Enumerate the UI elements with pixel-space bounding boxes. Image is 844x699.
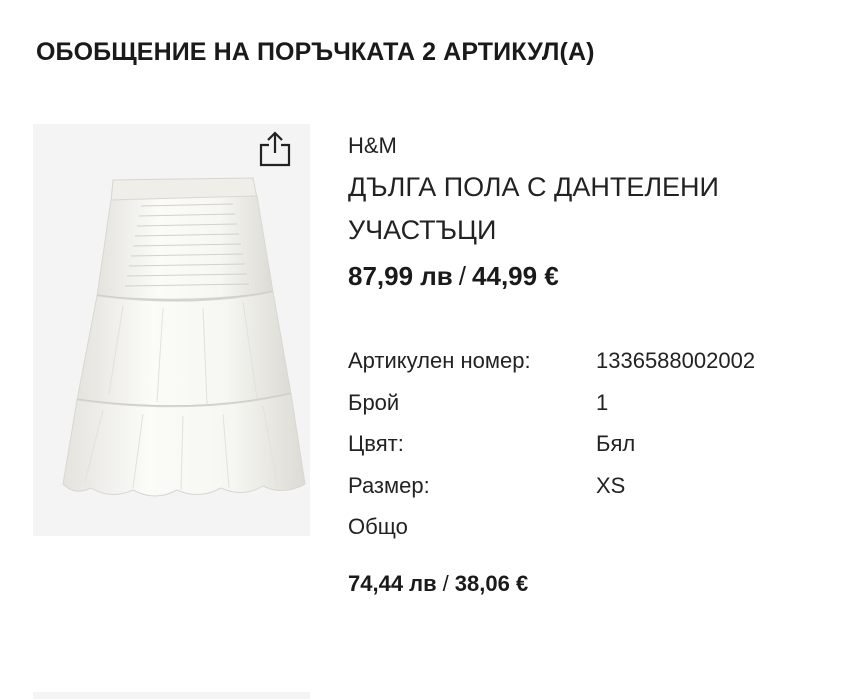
- spec-value: Бял: [596, 431, 636, 456]
- spec-label: Цвят:: [348, 431, 404, 456]
- price-eur: 44,99 €: [472, 261, 559, 291]
- share-button[interactable]: [252, 126, 298, 172]
- skirt-image: [62, 177, 306, 497]
- spec-row-size: Размер: XS: [348, 465, 828, 507]
- product-brand: H&M: [348, 133, 397, 158]
- product-price: 87,99 лв/44,99 €: [348, 256, 818, 296]
- share-icon: [259, 131, 291, 167]
- total-bgn: 74,44 лв: [348, 571, 437, 596]
- spec-row-color: Цвят: Бял: [348, 423, 828, 465]
- spec-label: Брой: [348, 389, 400, 415]
- product-details: H&M ДЪЛГА ПОЛА С ДАНТЕЛЕНИ УЧАСТЪЦИ 87,9…: [348, 128, 818, 296]
- product-image[interactable]: [33, 124, 310, 536]
- spec-label: Артикулен номер:: [348, 348, 531, 373]
- spec-label: Общо: [348, 514, 408, 539]
- product-name[interactable]: ДЪЛГА ПОЛА С ДАНТЕЛЕНИ УЧАСТЪЦИ: [348, 166, 788, 252]
- spec-label: Размер:: [348, 472, 430, 498]
- spec-row-total: Общо: [348, 506, 828, 548]
- next-product-image-edge: [33, 692, 310, 699]
- order-summary-title: ОБОБЩЕНИЕ НА ПОРЪЧКАТА 2 АРТИКУЛ(А): [36, 38, 595, 66]
- total-price: 74,44 лв/38,06 €: [348, 566, 528, 602]
- price-bgn: 87,99 лв: [348, 261, 453, 291]
- spec-row-quantity: Брой 1: [348, 382, 828, 424]
- spec-value: XS: [596, 472, 626, 498]
- price-separator: /: [458, 261, 467, 291]
- product-specs: Артикулен номер: 1336588002002 Брой 1 Цв…: [348, 340, 828, 548]
- spec-value: 1: [596, 389, 609, 415]
- spec-value: 1336588002002: [596, 348, 756, 373]
- total-eur: 38,06 €: [454, 571, 529, 596]
- spec-row-article-number: Артикулен номер: 1336588002002: [348, 340, 828, 382]
- total-separator: /: [442, 571, 449, 596]
